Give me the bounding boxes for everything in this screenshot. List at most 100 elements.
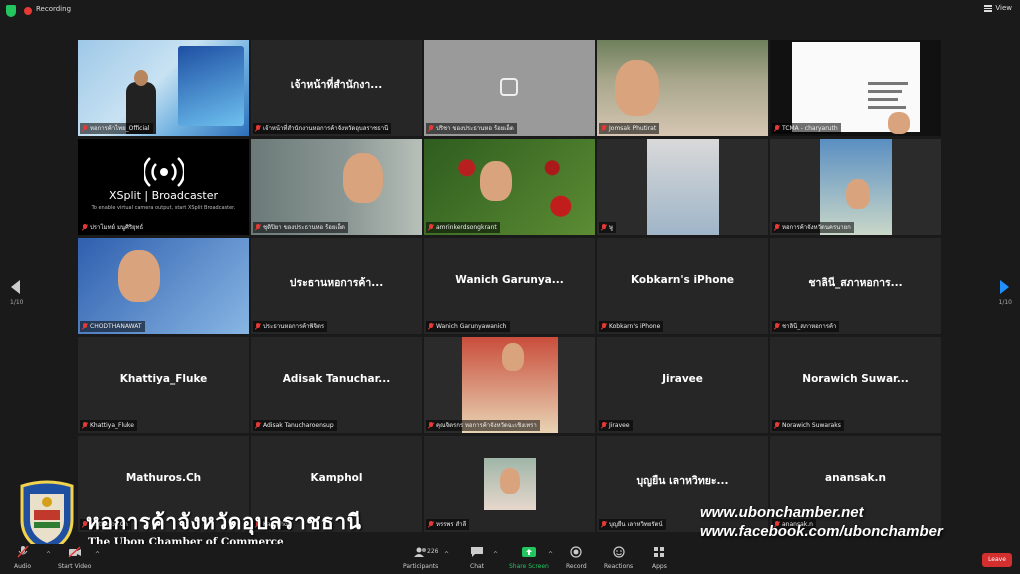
participant-tile[interactable]: Khattiya_Fluke Khattiya_Fluke (78, 337, 249, 433)
participant-tile[interactable]: ษู (597, 139, 768, 235)
participant-tile[interactable]: หอการค้าจังหวัดนครนายก (770, 139, 941, 235)
participant-tile[interactable]: ปริชา ของประธานหอ ร้อยเอ็ด (424, 40, 595, 136)
participant-tile[interactable]: หอการค้าไทย_Official (78, 40, 249, 136)
participant-display-name: บุญยืน เลาหวิทยะ... (636, 475, 729, 487)
participant-name: ปราโมทย์ มนูศิริยุทธ์ (90, 224, 144, 231)
record-icon (570, 546, 582, 558)
reactions-button[interactable]: Reactions (604, 546, 633, 570)
participant-tile[interactable]: เจ้าหน้าที่สำนักงา... เจ้าหน้าที่สำนักงาน… (251, 40, 422, 136)
security-shield-icon[interactable] (6, 5, 16, 17)
participants-count: 226 (427, 548, 439, 555)
participant-tile[interactable]: Jomsak Phutirat (597, 40, 768, 136)
participant-tile[interactable]: คุณจิตรกร หอการค้าจังหวัดฉะเชิงเทรา (424, 337, 595, 433)
participant-display-name: Mathuros.Ch (125, 472, 202, 484)
participant-name: Kobkarn's iPhone (609, 323, 661, 330)
participant-display-name: Wanich Garunya... (455, 274, 564, 286)
participant-tile[interactable]: Norawich Suwar... Norawich Suwaraks (770, 337, 941, 433)
participant-video (424, 337, 595, 433)
participant-name: ษู (609, 224, 613, 231)
participant-tile[interactable]: ชุติปิยา ของประธานหอ ร้อยเอ็ด (251, 139, 422, 235)
mic-muted-icon (601, 422, 607, 429)
share-screen-button[interactable]: Share Screen (509, 546, 549, 570)
participant-display-name: Jiravee (662, 373, 703, 385)
chat-caret-icon[interactable]: ^ (493, 551, 498, 558)
meeting-toolbar: Audio Start Video ^ ^ Participants 226 ^… (0, 544, 1020, 574)
broadcast-waves-icon (144, 157, 184, 187)
camera-placeholder-video (424, 40, 595, 136)
chamber-watermark: หอการค้าจังหวัดอุบลราชธานี (86, 506, 362, 539)
participant-name-label: Jiravee (599, 420, 633, 431)
participant-tile[interactable]: CHODTHANAWAT (78, 238, 249, 334)
participant-tile[interactable]: Kobkarn's iPhone Kobkarn's iPhone (597, 238, 768, 334)
participant-video (597, 40, 768, 136)
mic-muted-icon (255, 323, 261, 330)
participant-display-name: เจ้าหน้าที่สำนักงา... (290, 79, 383, 91)
participant-name: Jomsak Phutirat (609, 125, 657, 132)
xsplit-placeholder-video: XSplit | Broadcaster To enable virtual ca… (78, 139, 249, 235)
participant-tile[interactable]: ประธานหอการค้า... ประธานหอการค้าพิจิตร (251, 238, 422, 334)
participant-name-label: ษู (599, 222, 616, 233)
participant-name: คุณจิตรกร หอการค้าจังหวัดฉะเชิงเทรา (436, 422, 537, 429)
mic-muted-icon (601, 125, 607, 132)
participant-name-label: Norawich Suwaraks (772, 420, 844, 431)
share-caret-icon[interactable]: ^ (548, 551, 553, 558)
participant-name-label: บุญยืน เลาหวิทยรัตน์ (599, 519, 666, 530)
participant-tile[interactable]: Adisak Tanuchar... Adisak Tanucharoensup (251, 337, 422, 433)
participant-name: หอการค้าจังหวัดนครนายก (782, 224, 851, 231)
participant-tile[interactable]: Jiravee Jiravee (597, 337, 768, 433)
participant-name-label: Khattiya_Fluke (80, 420, 137, 431)
view-button[interactable]: View (984, 4, 1012, 12)
participant-name-label: หรรพร สำลี (426, 519, 470, 530)
participant-tile[interactable]: Wanich Garunya... Wanich Garunyawanich (424, 238, 595, 334)
share-screen-icon (521, 547, 536, 557)
participant-name-label: หอการค้าจังหวัดนครนายก (772, 222, 854, 233)
participant-name-label: ชาลินี_สภาหอการค้า (772, 321, 840, 332)
mic-muted-icon (82, 224, 88, 231)
slides-video (770, 40, 941, 136)
participant-name: หอการค้าไทย_Official (90, 125, 150, 132)
next-page-arrow-icon[interactable] (1000, 280, 1009, 294)
participant-video (424, 139, 595, 235)
audio-options-caret-icon[interactable]: ^ (46, 551, 51, 558)
participant-name-label: CHODTHANAWAT (80, 321, 145, 332)
participant-video (424, 436, 595, 532)
start-video-button[interactable]: Start Video (58, 546, 91, 570)
previous-page-arrow-icon[interactable] (11, 280, 20, 294)
participants-label: Participants (403, 563, 439, 570)
participant-name-label: TCMA - charyaruth (772, 123, 841, 134)
participant-name-label: amrinkerdsongkrant (426, 222, 500, 233)
camera-off-icon (68, 546, 81, 558)
record-button[interactable]: Record (566, 546, 587, 570)
participant-tile[interactable]: TCMA - charyaruth (770, 40, 941, 136)
apps-button[interactable]: Apps (652, 546, 667, 570)
participant-tile[interactable]: หรรพร สำลี (424, 436, 595, 532)
participant-tile[interactable]: ชาลินี_สภาหอการ... ชาลินี_สภาหอการค้า (770, 238, 941, 334)
participant-name: Wanich Garunyawanich (436, 323, 507, 330)
audio-button[interactable]: Audio (14, 545, 31, 570)
mic-muted-icon (82, 422, 88, 429)
page-indicator-left: 1/10 (10, 299, 24, 306)
mic-muted-icon (428, 521, 434, 528)
participant-name-label: หอการค้าไทย_Official (80, 123, 153, 134)
video-options-caret-icon[interactable]: ^ (95, 551, 100, 558)
mic-muted-icon (774, 125, 780, 132)
participant-video (597, 139, 768, 235)
participants-icon (413, 547, 426, 557)
participant-name: ชุติปิยา ของประธานหอ ร้อยเอ็ด (263, 224, 345, 231)
reactions-smiley-icon (612, 546, 625, 558)
participant-tile[interactable]: XSplit | Broadcaster To enable virtual ca… (78, 139, 249, 235)
participant-name: Adisak Tanucharoensup (263, 422, 334, 429)
participant-name-label: ชุติปิยา ของประธานหอ ร้อยเอ็ด (253, 222, 348, 233)
mic-muted-icon (774, 422, 780, 429)
mic-muted-icon (428, 125, 434, 132)
participants-caret-icon[interactable]: ^ (444, 551, 449, 558)
view-grid-icon (984, 4, 993, 12)
chat-button[interactable]: Chat (470, 546, 484, 570)
participant-display-name: Adisak Tanuchar... (282, 373, 391, 385)
participant-tile[interactable]: amrinkerdsongkrant (424, 139, 595, 235)
leave-button[interactable]: Leave (982, 553, 1012, 567)
mic-muted-icon (255, 224, 261, 231)
participant-display-name: Kamphol (310, 472, 363, 484)
record-label: Record (566, 563, 587, 570)
participant-video (251, 139, 422, 235)
